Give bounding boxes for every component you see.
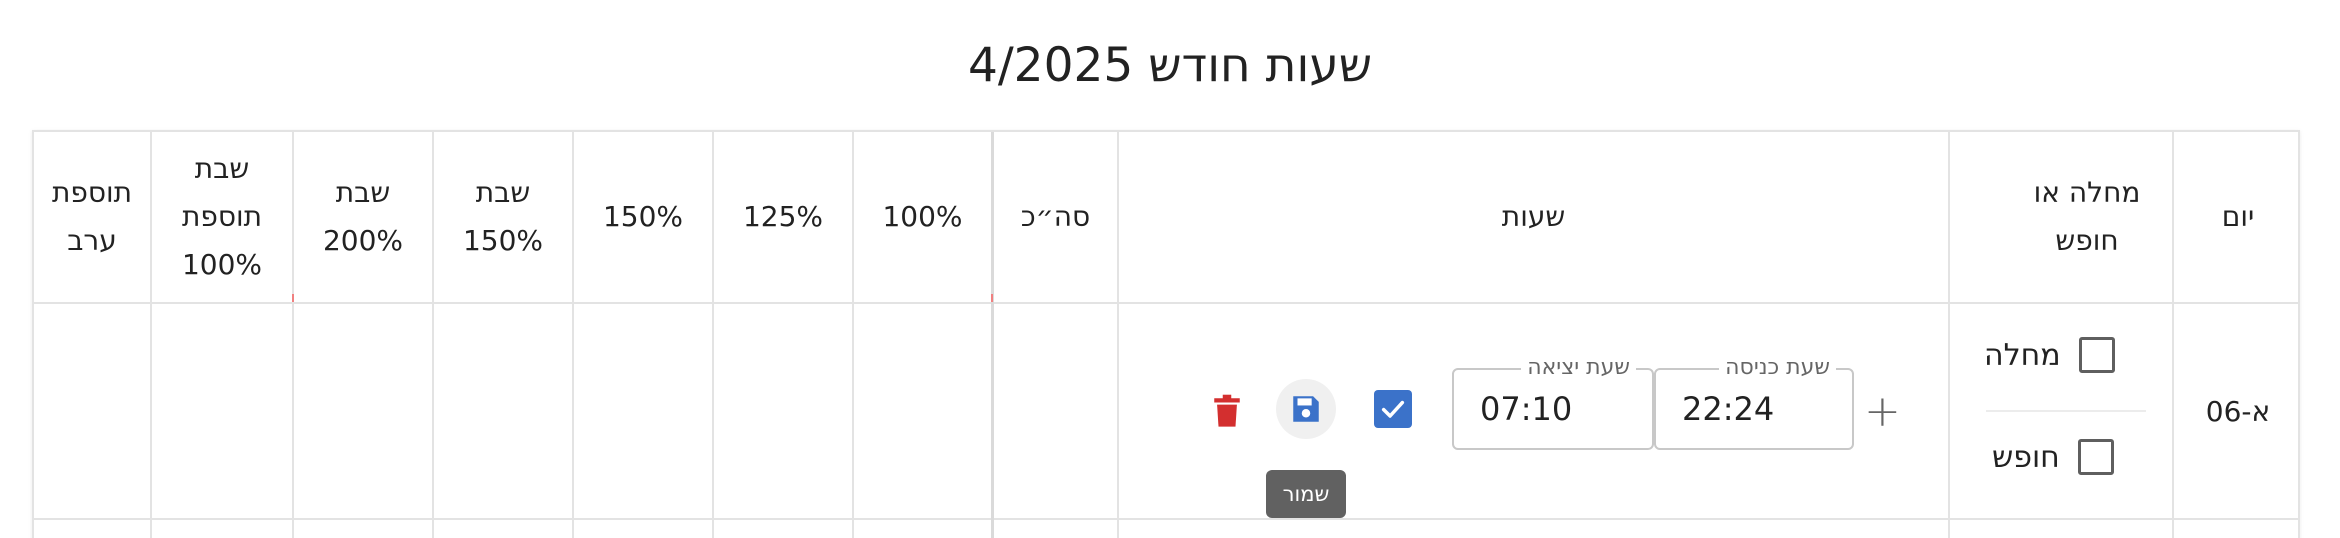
exit-time-value[interactable]: 07:10 [1480,390,1572,428]
vacation-label: חופש [1992,439,2060,475]
exit-time-field[interactable]: שעת יציאה 07:10 [1452,355,1654,450]
check-icon [1381,400,1405,418]
add-shift-button[interactable]: + [1864,390,1901,434]
sick-option[interactable]: מחלה [1984,337,2115,373]
sick-label: מחלה [1984,337,2061,373]
header-sick-or-vacation: מחלה או חופש [2033,176,2141,257]
header-150-percent: 150% [602,200,684,233]
column-divider [1948,132,1950,538]
option-divider [1986,410,2146,412]
vacation-option[interactable]: חופש [1992,439,2114,475]
page-title: שעות חודש 4/2025 [967,38,1373,93]
trash-icon [1214,394,1240,427]
floppy-disk-icon [1293,396,1319,422]
save-button[interactable] [1276,379,1336,439]
header-shabbat-extra-100: שבת תוספת 100% [181,152,263,281]
delete-button[interactable] [1212,394,1242,432]
header-125-percent: 125% [742,200,824,233]
header-hours: שעות [1501,200,1566,233]
header-shabbat-200: שבת 200% [322,176,404,257]
exit-time-label: שעת יציאה [1521,355,1636,380]
header-divider [34,302,2298,304]
header-day: יום [2221,200,2255,233]
entry-time-field[interactable]: שעת כניסה 22:24 [1654,355,1854,450]
day-cell: א-06 [2205,394,2271,428]
save-tooltip: שמור [1266,470,1346,518]
hours-table: יום מחלה או חופש שעות סה״כ 100% 125% 150… [32,130,2300,538]
row-divider [34,518,2298,520]
header-evening-extra: תוספת ערב [51,176,133,257]
vacation-checkbox[interactable] [2077,439,2114,475]
sick-checkbox[interactable] [2078,337,2115,373]
column-marker [991,294,993,302]
confirm-checkbox[interactable] [1374,390,1412,428]
header-shabbat-150: שבת 150% [462,176,544,257]
plus-icon: + [1864,386,1901,437]
header-100-percent: 100% [882,200,963,233]
entry-time-value[interactable]: 22:24 [1682,390,1774,428]
entry-time-label: שעת כניסה [1719,355,1836,380]
header-total: סה״כ [1020,200,1091,233]
